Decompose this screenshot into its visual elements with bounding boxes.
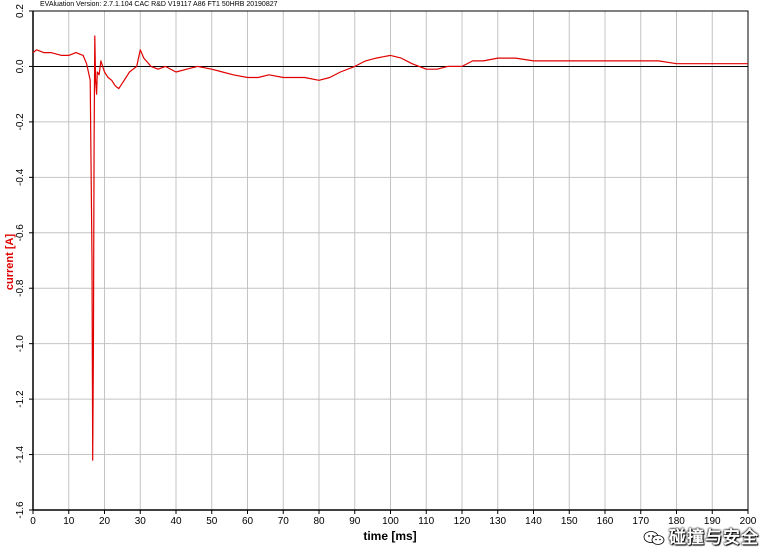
x-tick-label: 80	[313, 516, 325, 527]
grid	[32, 10, 749, 511]
x-tick-label: 70	[278, 516, 290, 527]
x-axis-label: time [ms]	[363, 529, 416, 543]
y-tick-label: -1.2	[15, 390, 26, 408]
y-tick-label: -0.4	[15, 168, 26, 186]
x-tick-label: 160	[597, 516, 614, 527]
x-tick-label: 140	[525, 516, 542, 527]
x-tick-label: 120	[454, 516, 471, 527]
x-tick-label: 50	[206, 516, 218, 527]
watermark-text: 碰撞与安全	[669, 528, 759, 548]
x-tick-label: 100	[382, 516, 399, 527]
x-tick-label: 60	[242, 516, 254, 527]
x-tick-label: 40	[170, 516, 182, 527]
y-tick-label: -1.0	[15, 335, 26, 353]
y-axis-label: current [A]	[4, 234, 16, 291]
x-tick-label: 90	[349, 516, 361, 527]
y-tick-label: 0.0	[15, 59, 26, 73]
watermark: 碰撞与安全	[643, 523, 759, 548]
x-tick-label: 20	[99, 516, 111, 527]
wechat-icon	[643, 531, 665, 545]
x-tick-label: 0	[30, 516, 36, 527]
x-tick-label: 10	[63, 516, 75, 527]
y-tick-label: -0.8	[15, 279, 26, 297]
y-tick-label: 0.2	[15, 4, 26, 18]
y-tick-label: -1.4	[15, 446, 26, 464]
current-time-chart: 0 10 20 30 40 50 60 70 80 90 100 110 120 130 140 150 160…	[4, 4, 757, 543]
x-tick-label: 130	[489, 516, 506, 527]
y-tick-label: -0.2	[15, 113, 26, 131]
x-tick-label: 110	[418, 516, 434, 527]
y-tick-label: -0.6	[15, 224, 26, 242]
x-tick-label: 30	[135, 516, 147, 527]
y-tick-label: -1.6	[15, 501, 26, 519]
axes	[29, 10, 749, 514]
tick-labels: 0 10 20 30 40 50 60 70 80 90 100 110 120 130 140 150 160…	[15, 4, 757, 527]
x-tick-label: 150	[561, 516, 578, 527]
